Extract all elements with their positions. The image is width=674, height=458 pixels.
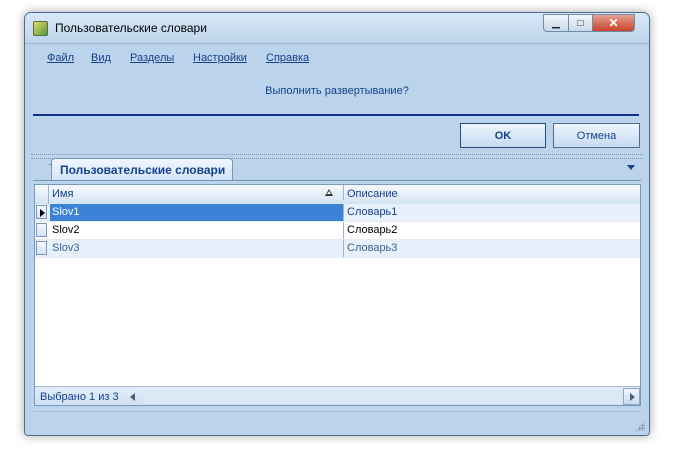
cell-name[interactable]: Slov3: [50, 240, 344, 257]
horizontal-scrollbar[interactable]: [143, 390, 623, 404]
row-indicator[interactable]: [36, 241, 47, 255]
menu-bar: Файл Вид Разделы Настройки Справка: [33, 45, 641, 69]
dictionaries-window: Пользовательские словари ▁ □ ✕ Файл Вид …: [24, 12, 650, 436]
menu-item-settings[interactable]: Настройки: [193, 52, 247, 64]
current-row-arrow-icon: [40, 209, 45, 217]
dictionary-app-icon[interactable]: [33, 21, 48, 36]
close-button[interactable]: ✕: [592, 14, 635, 32]
menu-item-sections[interactable]: Разделы: [130, 52, 174, 64]
menu-item-help[interactable]: Справка: [266, 52, 309, 64]
scroll-right-button[interactable]: [623, 388, 640, 405]
scroll-left-icon[interactable]: [130, 393, 135, 401]
tab-user-dictionaries[interactable]: Пользовательские словари: [51, 158, 233, 180]
title-bar[interactable]: Пользовательские словари ▁ □ ✕: [25, 13, 649, 44]
ok-button[interactable]: OK: [460, 123, 546, 148]
grid-status-bar: Выбрано 1 из 3: [35, 386, 640, 405]
table-row[interactable]: Slov2 Словарь2: [35, 222, 640, 240]
tab-strip: Пользовательские словари: [33, 158, 641, 181]
sort-ascending-icon: [325, 189, 333, 196]
cell-name[interactable]: Slov2: [50, 222, 344, 239]
header-indicator-cell: [35, 185, 49, 204]
menu-item-view[interactable]: Вид: [91, 52, 111, 64]
column-header-name[interactable]: Имя: [50, 185, 344, 200]
selection-count: Выбрано 1 из 3: [40, 391, 119, 403]
cancel-button[interactable]: Отмена: [553, 123, 640, 148]
window-footer: [25, 411, 649, 435]
minimize-icon: ▁: [552, 17, 560, 29]
tab-dropdown-icon[interactable]: [627, 165, 635, 170]
maximize-button[interactable]: □: [568, 14, 593, 32]
cell-name[interactable]: Slov1: [50, 204, 344, 221]
cell-description[interactable]: Словарь1: [345, 204, 640, 221]
column-header-description-label: Описание: [347, 188, 398, 200]
deploy-question: Выполнить развертывание?: [265, 85, 409, 97]
close-icon: ✕: [608, 16, 619, 30]
cell-description[interactable]: Словарь3: [345, 240, 640, 257]
footer-divider: [33, 411, 641, 412]
row-indicator[interactable]: [36, 205, 47, 219]
window-title: Пользовательские словари: [55, 21, 207, 35]
menu-item-file[interactable]: Файл: [47, 52, 74, 64]
resize-grip-icon[interactable]: [635, 421, 645, 431]
column-header-description[interactable]: Описание: [345, 185, 640, 200]
prompt-separator: [33, 114, 639, 116]
grid-header: Имя Описание: [35, 185, 640, 205]
cell-description[interactable]: Словарь2: [345, 222, 640, 239]
dictionaries-grid: Имя Описание Slov1 Словарь1 Slov2 Словар…: [34, 184, 641, 406]
table-row[interactable]: Slov1 Словарь1: [35, 204, 640, 222]
maximize-icon: □: [577, 17, 584, 29]
row-indicator[interactable]: [36, 223, 47, 237]
column-header-name-label: Имя: [52, 188, 74, 200]
table-row[interactable]: Slov3 Словарь3: [35, 240, 640, 258]
minimize-button[interactable]: ▁: [543, 14, 569, 32]
